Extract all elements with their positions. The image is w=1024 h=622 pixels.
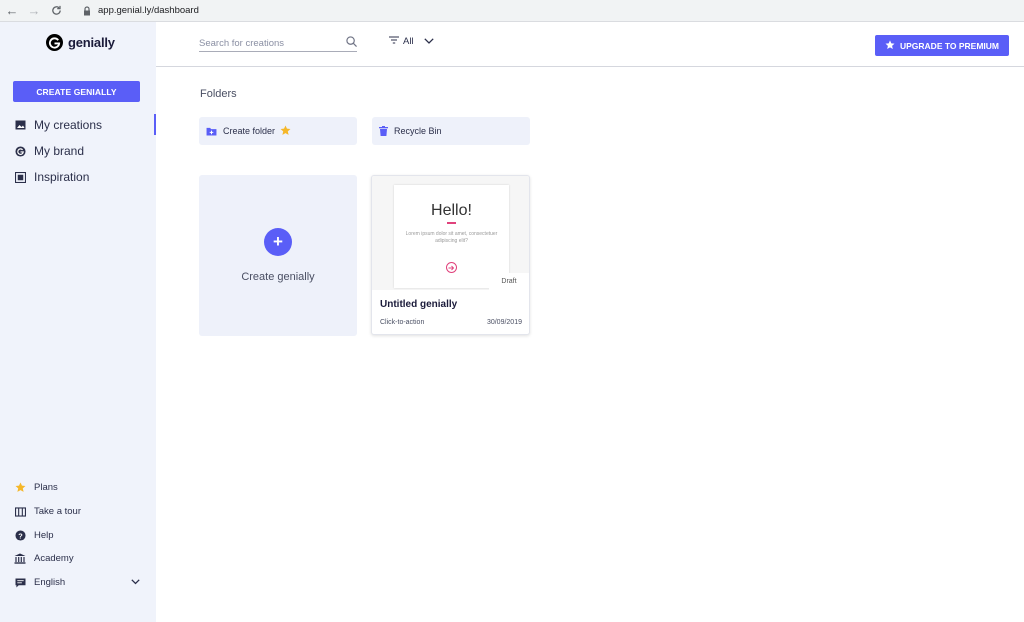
reload-icon[interactable] bbox=[46, 1, 66, 21]
creation-card[interactable]: Hello! Lorem ipsum dolor sit amet, conse… bbox=[371, 175, 530, 335]
sidebar-item-label: Help bbox=[34, 529, 54, 541]
svg-text:?: ? bbox=[18, 531, 23, 540]
sidebar: genially CREATE GENIALLY My creations My… bbox=[0, 22, 156, 622]
filter-label: All bbox=[403, 36, 414, 47]
genially-logo-icon bbox=[46, 34, 63, 51]
plus-icon: + bbox=[264, 228, 292, 256]
search-input[interactable] bbox=[199, 37, 339, 49]
filter-dropdown[interactable]: All bbox=[389, 36, 434, 47]
sidebar-item-label: My creations bbox=[34, 118, 103, 132]
help-icon: ? bbox=[14, 529, 26, 541]
star-icon bbox=[280, 124, 291, 138]
thumb-text: Lorem ipsum dolor sit amet, consectetuer… bbox=[405, 231, 498, 244]
url-text: app.genial.ly/dashboard bbox=[98, 5, 199, 16]
sidebar-item-academy[interactable]: Academy bbox=[0, 547, 156, 571]
lock-icon bbox=[84, 5, 90, 15]
language-selector[interactable]: English bbox=[0, 571, 156, 595]
create-folder-label: Create folder bbox=[223, 126, 276, 136]
upgrade-to-premium-button[interactable]: UPGRADE TO PREMIUM bbox=[875, 35, 1009, 56]
browser-toolbar: ← → app.genial.ly/dashboard bbox=[0, 0, 1024, 22]
sidebar-item-take-a-tour[interactable]: Take a tour bbox=[0, 500, 156, 524]
creation-thumbnail[interactable]: Hello! Lorem ipsum dolor sit amet, conse… bbox=[372, 176, 529, 290]
sidebar-item-my-brand[interactable]: My brand bbox=[0, 138, 156, 164]
recycle-bin-button[interactable]: Recycle Bin bbox=[372, 117, 530, 145]
creation-title[interactable]: Untitled genially bbox=[380, 299, 457, 310]
sidebar-item-label: My brand bbox=[34, 144, 85, 158]
back-icon[interactable]: ← bbox=[2, 1, 22, 21]
creation-type: Click-to-action bbox=[380, 319, 425, 326]
divider bbox=[447, 222, 456, 224]
sidebar-item-plans[interactable]: Plans bbox=[0, 476, 156, 500]
recycle-bin-label: Recycle Bin bbox=[394, 126, 442, 136]
sidebar-item-my-creations[interactable]: My creations bbox=[0, 112, 156, 138]
create-folder-button[interactable]: Create folder bbox=[199, 117, 357, 145]
forward-icon[interactable]: → bbox=[24, 1, 44, 21]
chevron-down-icon[interactable] bbox=[131, 577, 140, 588]
create-genially-card[interactable]: + Create genially bbox=[199, 175, 357, 336]
sidebar-item-label: Academy bbox=[34, 553, 74, 565]
folders-heading: Folders bbox=[200, 88, 237, 100]
genially-logo[interactable]: genially bbox=[46, 34, 115, 51]
thumb-title: Hello! bbox=[431, 202, 472, 219]
academy-icon bbox=[14, 553, 26, 565]
create-genially-button[interactable]: CREATE GENIALLY bbox=[13, 81, 140, 102]
sidebar-item-inspiration[interactable]: Inspiration bbox=[0, 164, 156, 190]
arrow-right-icon bbox=[446, 262, 457, 273]
search-icon[interactable] bbox=[346, 34, 357, 52]
upgrade-label: UPGRADE TO PREMIUM bbox=[899, 40, 1000, 51]
sidebar-item-label: Plans bbox=[34, 482, 58, 494]
search-box bbox=[199, 35, 357, 52]
sidebar-nav: My creations My brand Inspiration bbox=[0, 112, 156, 190]
sidebar-item-label: Take a tour bbox=[34, 506, 81, 518]
chevron-down-icon bbox=[423, 36, 434, 47]
status-badge: Draft bbox=[489, 273, 529, 290]
sidebar-footer: Plans Take a tour ? Help Academy English bbox=[0, 476, 156, 594]
inspiration-icon bbox=[14, 171, 26, 183]
create-card-label: Create genially bbox=[241, 271, 315, 283]
star-icon bbox=[885, 39, 895, 52]
image-icon bbox=[14, 119, 26, 131]
address-bar[interactable]: app.genial.ly/dashboard bbox=[74, 2, 207, 20]
brand-icon bbox=[14, 145, 26, 157]
language-icon bbox=[14, 577, 26, 589]
trash-icon bbox=[379, 126, 388, 136]
sidebar-item-label: Inspiration bbox=[34, 170, 90, 184]
filter-icon bbox=[389, 36, 399, 47]
logo-text: genially bbox=[68, 35, 115, 50]
top-header: All UPGRADE TO PREMIUM bbox=[156, 22, 1024, 67]
sidebar-item-label: English bbox=[34, 577, 66, 589]
creation-date: 30/09/2019 bbox=[486, 319, 522, 326]
tour-icon bbox=[14, 506, 26, 518]
sidebar-item-help[interactable]: ? Help bbox=[0, 523, 156, 547]
folder-add-icon bbox=[206, 127, 217, 136]
star-icon bbox=[14, 482, 26, 494]
